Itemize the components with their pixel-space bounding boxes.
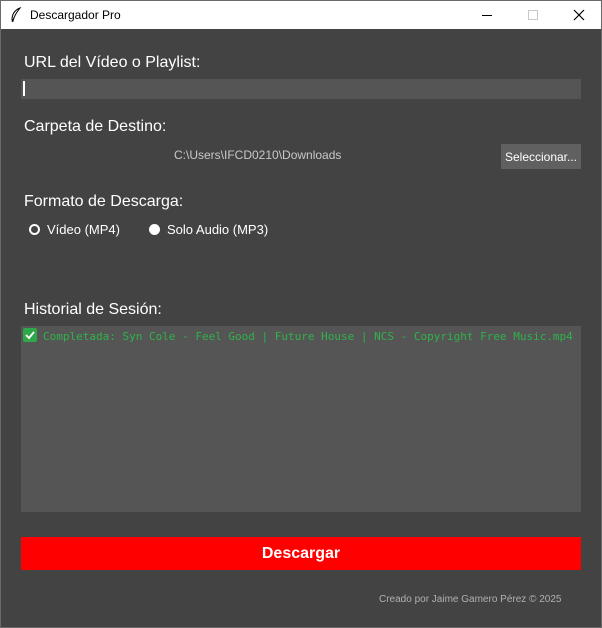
radio-audio-mp3[interactable]: Solo Audio (MP3) bbox=[149, 222, 268, 237]
window-title: Descargador Pro bbox=[30, 8, 121, 22]
destination-path: C:\Users\IFCD0210\Downloads bbox=[174, 148, 342, 162]
maximize-icon bbox=[528, 10, 538, 20]
maximize-button[interactable] bbox=[510, 1, 556, 29]
check-icon bbox=[23, 328, 37, 342]
history-label: Historial de Sesión: bbox=[24, 301, 162, 318]
minimize-button[interactable] bbox=[464, 1, 510, 29]
url-label: URL del Vídeo o Playlist: bbox=[24, 54, 201, 71]
format-label: Formato de Descarga: bbox=[24, 193, 184, 210]
close-button[interactable] bbox=[556, 1, 602, 29]
select-folder-button[interactable]: Seleccionar... bbox=[501, 144, 581, 169]
feather-icon bbox=[11, 7, 22, 23]
radio-video-label: Vídeo (MP4) bbox=[47, 222, 120, 237]
url-input[interactable] bbox=[21, 79, 581, 99]
app-window: Descargador Pro URL del Vídeo o Playlist… bbox=[0, 0, 602, 628]
minimize-icon bbox=[482, 15, 492, 16]
radio-video-mp4[interactable]: Vídeo (MP4) bbox=[29, 222, 120, 237]
close-icon bbox=[573, 9, 585, 21]
history-entry: Completada: Syn Cole - Feel Good | Futur… bbox=[23, 328, 575, 344]
history-entry-text: Completada: Syn Cole - Feel Good | Futur… bbox=[43, 330, 573, 343]
radio-selected-icon[interactable] bbox=[29, 224, 40, 235]
footer-credit: Creado por Jaime Gamero Pérez © 2025 bbox=[379, 594, 562, 605]
folder-label: Carpeta de Destino: bbox=[24, 118, 167, 135]
history-log[interactable]: Completada: Syn Cole - Feel Good | Futur… bbox=[21, 326, 581, 512]
download-button[interactable]: Descargar bbox=[21, 537, 581, 570]
title-bar[interactable]: Descargador Pro bbox=[1, 1, 601, 29]
radio-unselected-icon[interactable] bbox=[149, 224, 160, 235]
text-cursor bbox=[23, 81, 25, 96]
radio-audio-label: Solo Audio (MP3) bbox=[167, 222, 269, 237]
